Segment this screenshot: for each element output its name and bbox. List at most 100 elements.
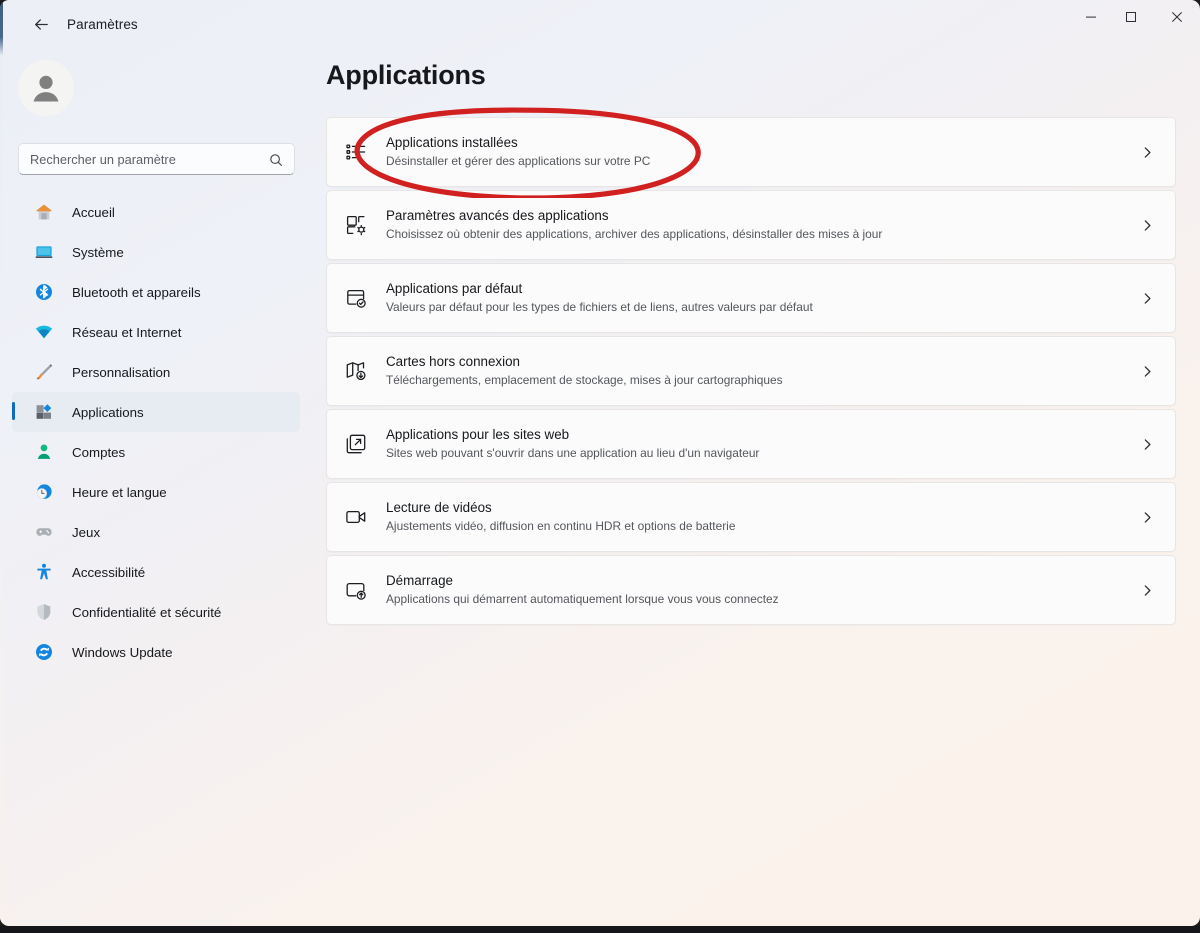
search-box[interactable] (18, 143, 295, 175)
sidebar-item-label: Bluetooth et appareils (72, 284, 201, 300)
card-text: Applications installées Désinstaller et … (386, 134, 650, 170)
card-subtitle: Téléchargements, emplacement de stockage… (386, 373, 783, 387)
sidebar-item-personnalisation[interactable]: Personnalisation (12, 352, 300, 392)
chevron-right-icon (1139, 509, 1155, 525)
sidebar-item-reseau[interactable]: Réseau et Internet (12, 312, 300, 352)
card-title: Applications pour les sites web (386, 427, 570, 442)
card-subtitle: Valeurs par défaut pour les types de fic… (386, 300, 813, 314)
chevron-right-icon (1139, 144, 1155, 160)
card-applications-installees[interactable]: Applications installées Désinstaller et … (326, 117, 1176, 187)
sidebar: Accueil Système (0, 48, 312, 926)
title-bar: Paramètres (0, 0, 1200, 48)
chevron-right-icon (1139, 290, 1155, 306)
sidebar-nav: Accueil Système Bluetooth et appareils R… (12, 192, 300, 672)
card-subtitle: Sites web pouvant s'ouvrir dans une appl… (386, 446, 760, 460)
gamepad-icon (32, 520, 56, 544)
sidebar-item-bluetooth[interactable]: Bluetooth et appareils (12, 272, 300, 312)
clock-globe-icon (32, 480, 56, 504)
card-title: Applications par défaut (386, 281, 523, 296)
selection-indicator (12, 402, 15, 420)
default-apps-icon (343, 285, 369, 311)
search-input[interactable] (30, 151, 246, 167)
card-text: Lecture de vidéos Ajustements vidéo, dif… (386, 499, 735, 535)
minimize-icon (1086, 16, 1096, 18)
sidebar-item-label: Applications (72, 404, 144, 420)
update-icon (32, 640, 56, 664)
network-icon (32, 320, 56, 344)
card-subtitle: Désinstaller et gérer des applications s… (386, 154, 651, 168)
close-icon (1172, 11, 1182, 22)
user-avatar-icon (25, 67, 67, 109)
card-cartes-hors-connexion[interactable]: Cartes hors connexion Téléchargements, e… (326, 336, 1176, 406)
card-title: Démarrage (386, 573, 453, 588)
desktop-strip (0, 926, 1200, 933)
card-applications-par-defaut[interactable]: Applications par défaut Valeurs par défa… (326, 263, 1176, 333)
card-title: Lecture de vidéos (386, 500, 492, 515)
card-subtitle: Applications qui démarrent automatiqueme… (386, 592, 779, 606)
offline-maps-icon (343, 358, 369, 384)
back-arrow-icon (32, 15, 51, 34)
bluetooth-icon (32, 280, 56, 304)
card-title: Paramètres avancés des applications (386, 208, 609, 223)
card-subtitle: Ajustements vidéo, diffusion en continu … (386, 519, 736, 533)
close-button[interactable] (1154, 0, 1200, 33)
sidebar-item-accueil[interactable]: Accueil (12, 192, 300, 232)
sidebar-item-confidentialite[interactable]: Confidentialité et sécurité (12, 592, 300, 632)
sidebar-item-heure-langue[interactable]: Heure et langue (12, 472, 300, 512)
apps-icon (32, 400, 56, 424)
sidebar-item-label: Confidentialité et sécurité (72, 604, 222, 620)
accounts-icon (32, 440, 56, 464)
card-lecture-de-videos[interactable]: Lecture de vidéos Ajustements vidéo, dif… (326, 482, 1176, 552)
sidebar-item-jeux[interactable]: Jeux (12, 512, 300, 552)
card-title: Applications installées (386, 135, 518, 150)
card-text: Paramètres avancés des applications Choi… (386, 207, 882, 243)
card-text: Démarrage Applications qui démarrent aut… (386, 572, 779, 608)
sidebar-item-systeme[interactable]: Système (12, 232, 300, 272)
system-icon (32, 240, 56, 264)
card-title: Cartes hors connexion (386, 354, 520, 369)
startup-icon (343, 577, 369, 603)
chevron-right-icon (1139, 217, 1155, 233)
sidebar-item-label: Windows Update (72, 644, 173, 660)
sidebar-item-applications[interactable]: Applications (12, 392, 300, 432)
sidebar-item-label: Personnalisation (72, 364, 171, 380)
home-icon (32, 200, 56, 224)
sidebar-item-label: Heure et langue (72, 484, 167, 500)
installed-apps-list-icon (343, 139, 369, 165)
maximize-icon (1126, 11, 1136, 22)
card-text: Cartes hors connexion Téléchargements, e… (386, 353, 783, 389)
sidebar-item-label: Jeux (72, 524, 101, 540)
settings-card-list: Applications installées Désinstaller et … (326, 117, 1176, 628)
chevron-right-icon (1139, 582, 1155, 598)
main-content: Applications Applications installées Dés… (312, 48, 1200, 926)
card-parametres-avances-des-applications[interactable]: Paramètres avancés des applications Choi… (326, 190, 1176, 260)
search-icon[interactable] (264, 148, 288, 172)
back-button[interactable] (26, 10, 56, 38)
sidebar-item-label: Système (72, 244, 124, 260)
app-title: Paramètres (67, 17, 138, 32)
sidebar-item-label: Accueil (72, 204, 115, 220)
advanced-app-settings-icon (343, 212, 369, 238)
page-title: Applications (326, 60, 486, 90)
chevron-right-icon (1139, 363, 1155, 379)
shield-icon (32, 600, 56, 624)
card-applications-pour-les-sites-web[interactable]: Applications pour les sites web Sites we… (326, 409, 1176, 479)
sidebar-item-label: Accessibilité (72, 564, 146, 580)
sidebar-item-comptes[interactable]: Comptes (12, 432, 300, 472)
video-playback-icon (343, 504, 369, 530)
card-subtitle: Choisissez où obtenir des applications, … (386, 227, 883, 241)
maximize-button[interactable] (1108, 0, 1154, 33)
chevron-right-icon (1139, 436, 1155, 452)
card-text: Applications par défaut Valeurs par défa… (386, 280, 813, 316)
accessibility-icon (32, 560, 56, 584)
sidebar-item-accessibilite[interactable]: Accessibilité (12, 552, 300, 592)
sidebar-item-label: Réseau et Internet (72, 324, 182, 340)
card-demarrage[interactable]: Démarrage Applications qui démarrent aut… (326, 555, 1176, 625)
brush-icon (32, 360, 56, 384)
sidebar-item-windows-update[interactable]: Windows Update (12, 632, 300, 672)
sidebar-item-label: Comptes (72, 444, 126, 460)
apps-for-websites-icon (343, 431, 369, 457)
settings-window: Paramètres Rechercher un paramètre Accue… (0, 0, 1200, 926)
card-text: Applications pour les sites web Sites we… (386, 426, 759, 462)
avatar[interactable] (18, 60, 74, 116)
